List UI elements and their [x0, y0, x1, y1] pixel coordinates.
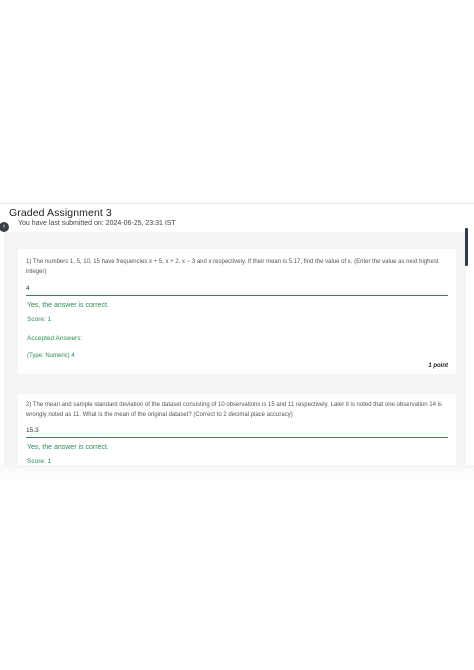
question-card: 2) The mean and sample standard deviatio…: [18, 394, 456, 472]
question-text: 1) The numbers 1, 5, 10, 15 have frequen…: [26, 259, 439, 275]
scrollbar[interactable]: [465, 228, 468, 266]
points-label: 1 point: [428, 363, 448, 369]
header-divider: [0, 203, 474, 204]
content-fade: [0, 465, 474, 475]
answer-field[interactable]: 4: [26, 285, 448, 296]
page-title: Graded Assignment 3: [9, 207, 112, 219]
score-label: Score: 1: [27, 316, 52, 323]
score-label: Score: 1: [27, 458, 52, 465]
back-button[interactable]: ‹: [0, 222, 9, 232]
answer-status: Yes, the answer is correct.: [27, 302, 109, 309]
chevron-left-icon: ‹: [2, 223, 6, 230]
question-text: 2) The mean and sample standard deviatio…: [26, 402, 442, 418]
accepted-answer-value: (Type: Numeric) 4: [27, 353, 75, 359]
question-card: 1) The numbers 1, 5, 10, 15 have frequen…: [18, 249, 456, 374]
answer-field[interactable]: 15.3: [26, 427, 448, 438]
submission-status: You have last submitted on: 2024-06-25, …: [18, 220, 176, 227]
accepted-answers-title: Accepted Answers:: [27, 335, 83, 342]
answer-status: Yes, the answer is correct.: [27, 444, 109, 451]
